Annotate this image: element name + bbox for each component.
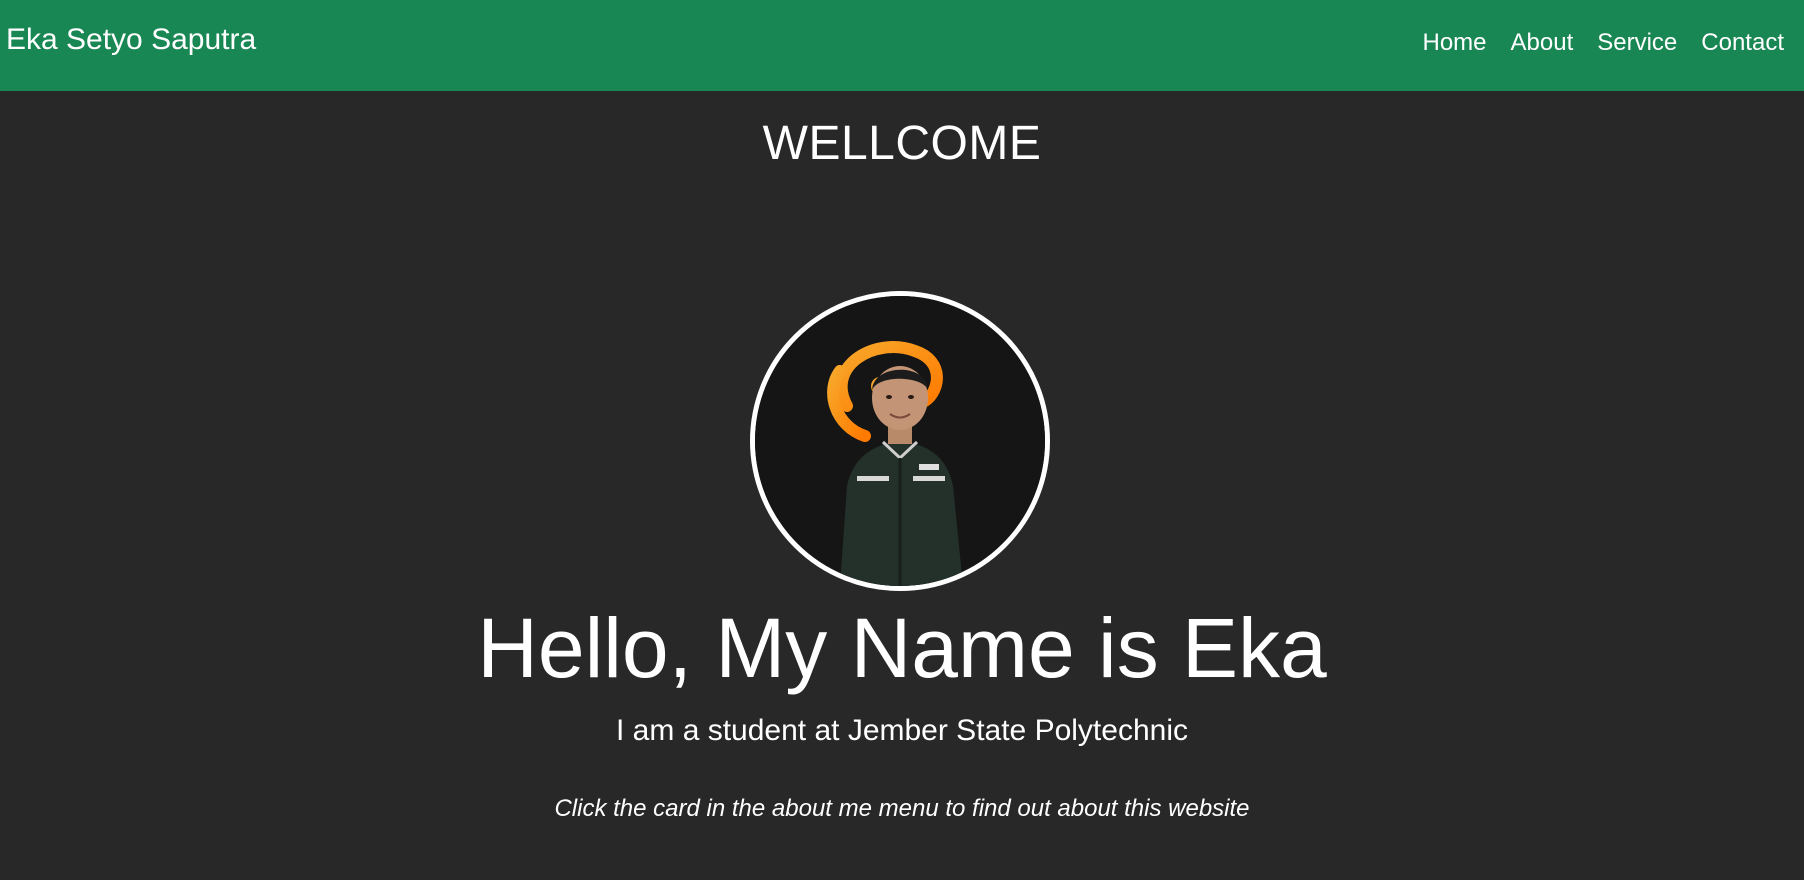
nav-links: Home About Service Contact (1399, 26, 1785, 60)
profile-photo-icon (755, 296, 1045, 586)
about-hint-text: Click the card in the about me menu to f… (554, 795, 1250, 822)
profile-avatar (750, 291, 1050, 591)
nav-link-about[interactable]: About (1511, 26, 1574, 60)
hero-title: Hello, My Name is Eka (477, 601, 1327, 695)
welcome-heading: WELLCOME (762, 117, 1042, 170)
nav-link-service[interactable]: Service (1597, 26, 1677, 60)
navbar: Eka Setyo Saputra Home About Service Con… (0, 0, 1804, 91)
hero-subtitle: I am a student at Jember State Polytechn… (616, 714, 1188, 747)
brand-link[interactable]: Eka Setyo Saputra (6, 22, 256, 58)
nav-link-home[interactable]: Home (1423, 26, 1487, 60)
nav-link-contact[interactable]: Contact (1701, 26, 1784, 60)
